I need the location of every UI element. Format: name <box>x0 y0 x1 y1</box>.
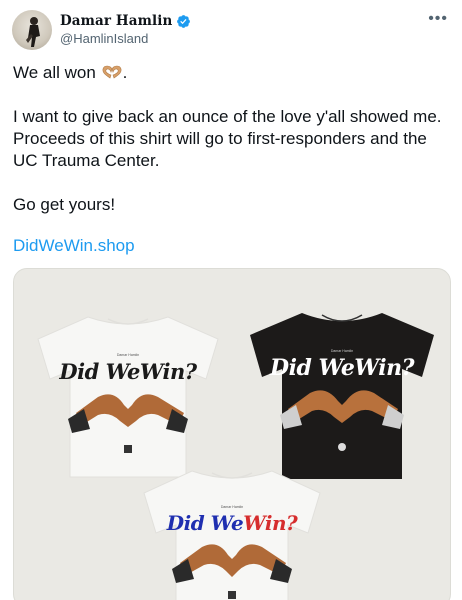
tweet-line-1-end: . <box>122 63 128 82</box>
shirt-shape <box>37 316 219 478</box>
black-shirt: Damar Hamlin Did WeWin? <box>240 305 444 481</box>
shirt-3-tiny-text: Damar Hamlin <box>220 505 244 509</box>
shirt-1-text: Did WeWin? <box>59 359 197 384</box>
white-shirt-2: Damar Hamlin Did WeWin? <box>134 463 330 600</box>
shirt-3-text-part1: Did <box>166 511 211 535</box>
tweet-line-3: Go get yours! <box>13 195 116 214</box>
shirt-1-tiny-text: Damar Hamlin <box>116 353 140 357</box>
shirt-3-text-part2: We <box>210 511 244 535</box>
name-row: Damar Hamlin <box>60 13 191 29</box>
shirt-3-text-part3: Win? <box>243 511 298 535</box>
tweet-line-2: I want to give back an ounce of the love… <box>13 107 442 170</box>
shirt-2-tiny-text: Damar Hamlin <box>330 349 354 353</box>
author-info: Damar Hamlin @HamlinIsland <box>60 13 191 46</box>
author-handle[interactable]: @HamlinIsland <box>60 31 191 46</box>
tweet-body: We all won . I want to give back an ounc… <box>13 62 449 238</box>
avatar-image <box>26 17 40 47</box>
more-options-icon[interactable]: ••• <box>428 11 448 27</box>
author-name[interactable]: Damar Hamlin <box>60 13 172 29</box>
shop-link[interactable]: DidWeWin.shop <box>13 236 135 256</box>
shirt-3-text: Did WeWin? <box>134 511 330 535</box>
verified-badge-icon <box>177 14 191 28</box>
heart-hands-emoji-icon <box>102 65 121 79</box>
shirt-2-text: Did WeWin? <box>270 355 414 381</box>
tweet-media-image[interactable]: Damar Hamlin Did WeWin? Damar Hamlin Did… <box>13 268 451 600</box>
shirt-shape <box>250 313 434 479</box>
tweet-header: Damar Hamlin @HamlinIsland ••• <box>12 10 452 52</box>
tweet-line-1-text: We all won <box>13 63 96 82</box>
tweet-line-1: We all won . <box>13 62 449 84</box>
avatar[interactable] <box>12 10 52 50</box>
white-shirt-1: Damar Hamlin Did WeWin? <box>28 309 228 479</box>
